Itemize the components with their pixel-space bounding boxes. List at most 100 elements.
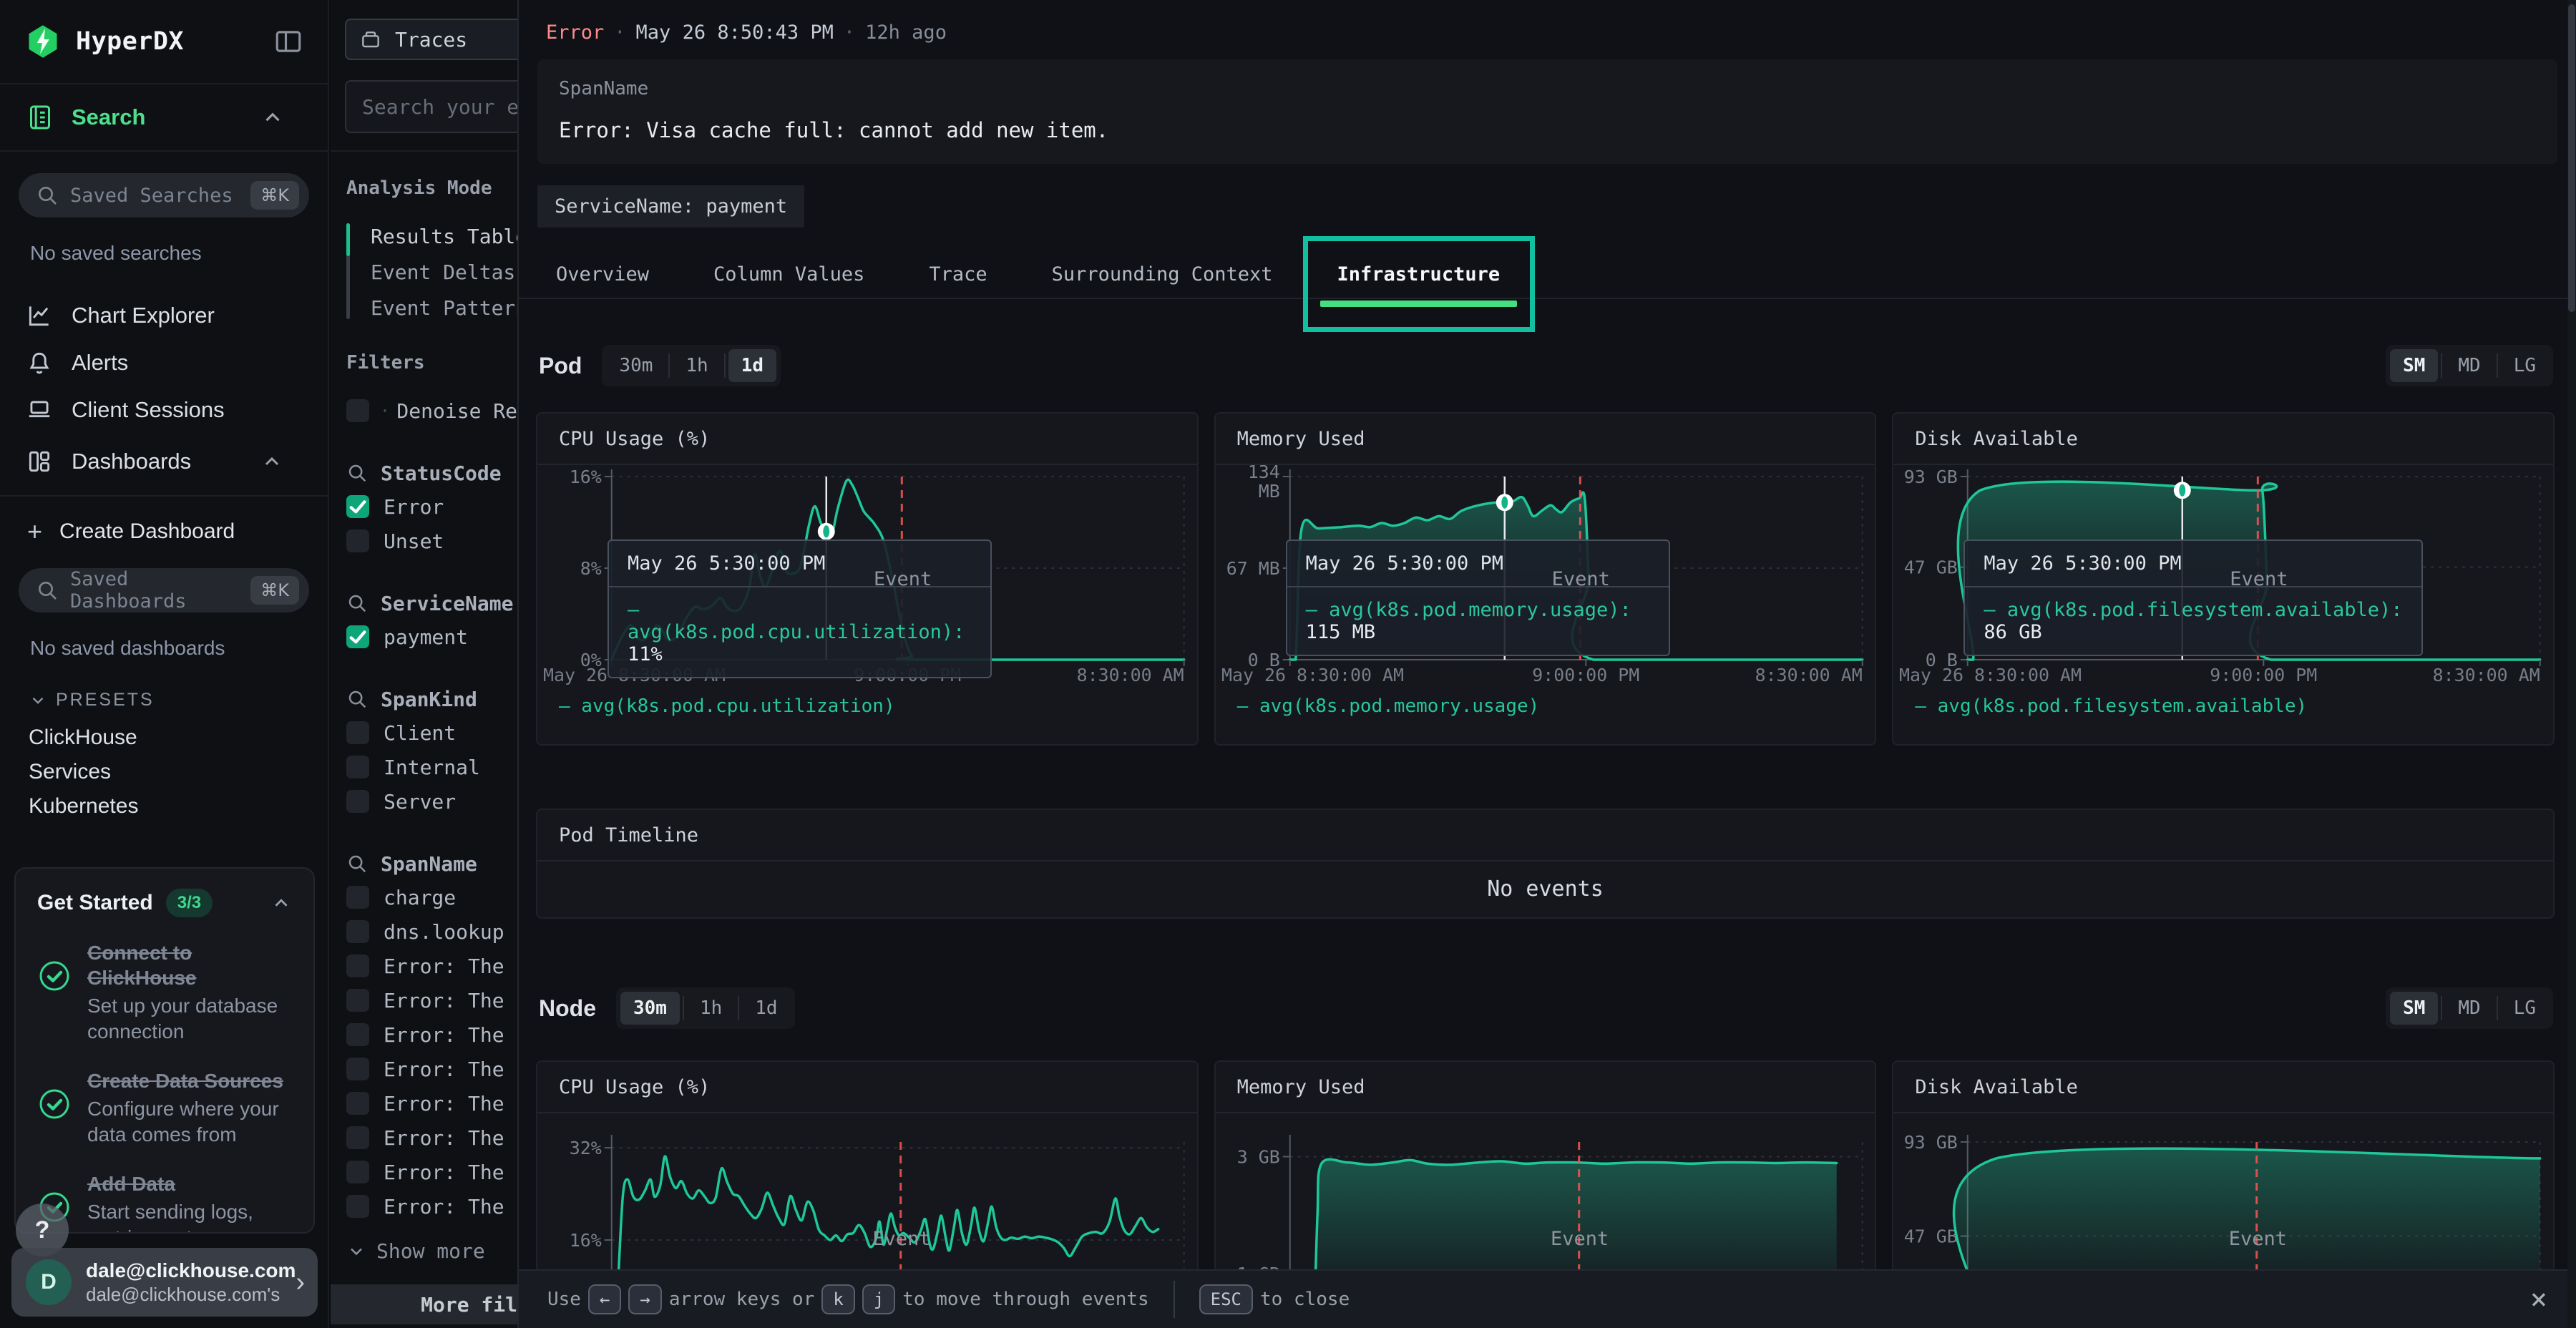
filter-option[interactable]: Client [346,716,517,750]
checkbox[interactable] [346,1023,369,1046]
node-size: SMMDLG [2386,987,2553,1029]
checkbox[interactable] [346,1126,369,1149]
saved-searches-input[interactable]: Saved Searches ⌘K [19,173,309,218]
filter-option[interactable]: Unset [346,524,517,558]
node-size-sm[interactable]: SM [2390,992,2438,1025]
svg-text:8:30:00 AM: 8:30:00 AM [1755,665,1862,685]
node-range-1h[interactable]: 1h [687,992,735,1025]
tab-column-values[interactable]: Column Values [695,250,883,298]
filter-option[interactable]: dns.lookup [346,914,517,949]
filter-option[interactable]: Error [346,489,517,524]
divider [2441,353,2442,378]
node-size-lg[interactable]: LG [2501,992,2549,1025]
pod-size-md[interactable]: MD [2445,349,2493,382]
checkbox[interactable] [346,920,369,943]
filter-option[interactable]: Error: The cr [346,1120,517,1155]
event-search-input[interactable]: Search your ev [345,80,517,133]
pod-size-sm[interactable]: SM [2390,349,2438,382]
user-menu[interactable]: D dale@clickhouse.com dale@clickhouse.co… [11,1248,318,1317]
pod-range-1d[interactable]: 1d [728,349,776,382]
sidebar-item-chart-explorer[interactable]: Chart Explorer [0,292,328,339]
analysis-mode-event-deltas[interactable]: Event Deltas [346,255,517,290]
filter-option[interactable]: Error: The cr [346,1155,517,1189]
tab-overview[interactable]: Overview [537,250,668,298]
get-started-step: Add DataStart sending logs, metrics, or … [37,1171,292,1234]
preset-services[interactable]: Services [0,755,328,789]
analysis-mode-results-table[interactable]: Results Table [346,219,517,255]
source-select[interactable]: Traces [345,19,517,60]
preset-clickhouse[interactable]: ClickHouse [0,721,328,755]
sidebar-item-search[interactable]: Search [0,83,328,152]
checkbox[interactable] [346,954,369,977]
filter-option[interactable]: Error: The cr [346,1017,517,1052]
preset-kubernetes[interactable]: Kubernetes [0,789,328,824]
analysis-mode-list: Results TableEvent DeltasEvent Patterns [346,219,517,326]
checkbox[interactable] [346,1058,369,1080]
analysis-mode-event-patterns[interactable]: Event Patterns [346,290,517,326]
filter-option[interactable]: Server [346,784,517,819]
pod-range-1h[interactable]: 1h [673,349,721,382]
checkbox[interactable] [346,625,369,648]
collapse-sidebar-icon[interactable] [273,26,303,57]
svg-text:47 GB: 47 GB [1904,557,1958,578]
get-started-card: Get Started 3/3 Connect to ClickHouseSet… [14,867,315,1234]
saved-dashboards-input[interactable]: Saved Dashboards ⌘K [19,568,309,612]
filter-option[interactable]: Error: The cr [346,1086,517,1120]
tooltip-value: — avg(k8s.pod.filesystem.available): 86 … [1965,587,2421,655]
scrollbar-thumb[interactable] [2568,4,2575,312]
presets-toggle[interactable]: PRESETS [29,690,328,711]
search-icon [346,853,368,874]
filter-option[interactable]: Error: The cr [346,949,517,983]
scrollbar[interactable] [2567,0,2576,1328]
checkbox[interactable] [346,886,369,909]
checkbox[interactable] [346,529,369,552]
checkbox[interactable] [346,1195,369,1218]
arrow-right-key[interactable]: → [628,1284,661,1314]
filter-option[interactable]: Error: The cr [346,1052,517,1086]
checkbox[interactable] [346,399,369,422]
checkbox[interactable] [346,1092,369,1115]
pod-size-lg[interactable]: LG [2501,349,2549,382]
sidebar-item-client-sessions[interactable]: Client Sessions [0,386,328,434]
filter-option[interactable]: Internal [346,750,517,784]
checkbox[interactable] [346,790,369,813]
create-dashboard-button[interactable]: + Create Dashboard [0,511,328,552]
checkbox[interactable] [346,756,369,778]
show-more-button[interactable]: Show more [346,1239,517,1263]
close-icon[interactable]: × [2530,1285,2547,1314]
step-description: Configure where your data comes from [87,1096,292,1148]
filter-option[interactable]: Error: The cr [346,983,517,1017]
filter-group-header: ServiceName [346,587,517,620]
j-key[interactable]: j [862,1284,895,1314]
filter-option-label: Error: The cr [384,1058,517,1081]
filter-group-label: SpanKind [381,688,477,711]
filter-option-label: Internal [384,756,480,779]
node-range-1d[interactable]: 1d [742,992,790,1025]
sidebar-item-alerts[interactable]: Alerts [0,339,328,386]
no-saved-dashboards-text: No saved dashboards [30,637,309,660]
more-filters-button[interactable]: More fil [331,1284,517,1324]
node-size-md[interactable]: MD [2445,992,2493,1025]
checkbox[interactable] [346,1161,369,1183]
denoise-toggle[interactable]: Denoise Re [346,394,517,428]
checkbox[interactable] [346,989,369,1012]
k-key[interactable]: k [821,1284,854,1314]
node-range-30m[interactable]: 30m [620,992,680,1025]
filter-option[interactable]: charge [346,880,517,914]
arrow-left-key[interactable]: ← [588,1284,621,1314]
tab-surrounding-context[interactable]: Surrounding Context [1033,250,1292,298]
pod-cpu-event-label: Event [874,568,932,590]
service-name-chip[interactable]: ServiceName: payment [537,185,804,228]
filter-option[interactable]: Error: The cr [346,1189,517,1224]
filter-option[interactable]: payment [346,620,517,654]
divider [0,495,328,497]
sidebar-item-dashboards[interactable]: Dashboards [0,438,328,485]
checkbox[interactable] [346,721,369,744]
pod-range-30m[interactable]: 30m [606,349,665,382]
filters-label: Filters [346,352,517,374]
tab-trace[interactable]: Trace [910,250,1005,298]
tab-infrastructure[interactable]: Infrastructure [1319,250,1519,298]
checkbox[interactable] [346,495,369,518]
esc-key[interactable]: ESC [1199,1284,1253,1314]
chevron-up-icon[interactable] [270,892,292,914]
